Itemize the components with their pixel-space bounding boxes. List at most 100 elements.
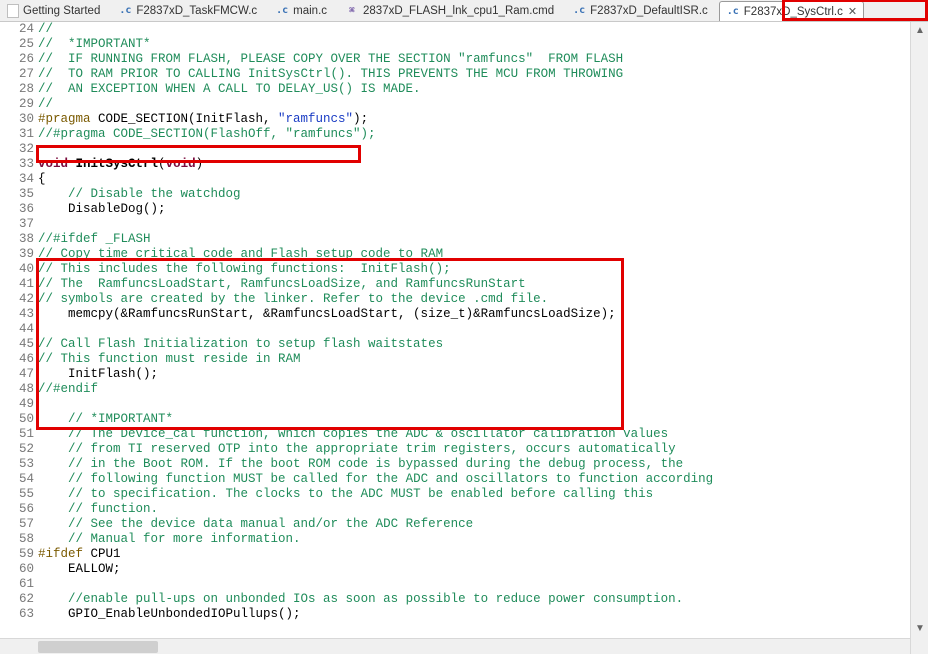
line-number: 27: [0, 67, 34, 82]
code-line[interactable]: //enable pull-ups on unbonded IOs as soo…: [38, 592, 910, 607]
scroll-down-arrow[interactable]: ▼: [913, 622, 927, 636]
tab-label: Getting Started: [23, 5, 100, 17]
line-number: 38: [0, 232, 34, 247]
code-line[interactable]: //: [38, 97, 910, 112]
line-number: 31: [0, 127, 34, 142]
code-line[interactable]: void InitSysCtrl(void): [38, 157, 910, 172]
code-line[interactable]: //#ifdef _FLASH: [38, 232, 910, 247]
line-number: 32: [0, 142, 34, 157]
code-line[interactable]: [38, 142, 910, 157]
close-icon[interactable]: ✕: [848, 5, 857, 18]
tab-label: main.c: [293, 5, 327, 17]
code-line[interactable]: //: [38, 22, 910, 37]
line-number: 35: [0, 187, 34, 202]
line-number: 57: [0, 517, 34, 532]
line-number: 24: [0, 22, 34, 37]
code-line[interactable]: InitFlash();: [38, 367, 910, 382]
code-line[interactable]: {: [38, 172, 910, 187]
code-line[interactable]: // following function MUST be called for…: [38, 472, 910, 487]
code-line[interactable]: //#endif: [38, 382, 910, 397]
line-number: 60: [0, 562, 34, 577]
line-number: 63: [0, 607, 34, 622]
tab-main-c[interactable]: .c main.c: [268, 0, 334, 20]
tab-f2837xd-defaultisr-c[interactable]: .c F2837xD_DefaultISR.c: [565, 0, 715, 20]
line-number: 49: [0, 397, 34, 412]
line-number: 58: [0, 532, 34, 547]
code-line[interactable]: // The Device_cal function, which copies…: [38, 427, 910, 442]
line-number: 39: [0, 247, 34, 262]
line-number: 54: [0, 472, 34, 487]
tab-2837xd-flash-lnk-cpu1-ram-cmd[interactable]: ⌘ 2837xD_FLASH_lnk_cpu1_Ram.cmd: [338, 0, 561, 20]
code-line[interactable]: //#pragma CODE_SECTION(FlashOff, "ramfun…: [38, 127, 910, 142]
line-number: 36: [0, 202, 34, 217]
code-line[interactable]: // symbols are created by the linker. Re…: [38, 292, 910, 307]
c-file-icon: .c: [118, 4, 132, 18]
code-line[interactable]: // The RamfuncsLoadStart, RamfuncsLoadSi…: [38, 277, 910, 292]
code-line[interactable]: // IF RUNNING FROM FLASH, PLEASE COPY OV…: [38, 52, 910, 67]
c-file-icon: .c: [572, 4, 586, 18]
code-line[interactable]: // TO RAM PRIOR TO CALLING InitSysCtrl()…: [38, 67, 910, 82]
code-line[interactable]: // function.: [38, 502, 910, 517]
code-line[interactable]: [38, 577, 910, 592]
line-number: 40: [0, 262, 34, 277]
line-number: 29: [0, 97, 34, 112]
c-file-icon: .c: [726, 5, 740, 19]
line-number-gutter: 2425262728293031323334353637383940414243…: [0, 22, 38, 654]
line-number: 33: [0, 157, 34, 172]
line-number: 62: [0, 592, 34, 607]
code-line[interactable]: // This function must reside in RAM: [38, 352, 910, 367]
tab-f2837xd-sysctrl-c[interactable]: .c F2837xD_SysCtrl.c ✕: [719, 1, 864, 21]
code-line[interactable]: #pragma CODE_SECTION(InitFlash, "ramfunc…: [38, 112, 910, 127]
tab-label: F2837xD_TaskFMCW.c: [136, 5, 257, 17]
line-number: 50: [0, 412, 34, 427]
tab-label: F2837xD_SysCtrl.c: [744, 6, 843, 18]
c-file-icon: .c: [275, 4, 289, 18]
line-number: 34: [0, 172, 34, 187]
code-line[interactable]: [38, 397, 910, 412]
cmd-file-icon: ⌘: [345, 4, 359, 18]
vertical-scrollbar[interactable]: ▲ ▼: [910, 22, 928, 654]
tab-label: F2837xD_DefaultISR.c: [590, 5, 708, 17]
code-line[interactable]: #ifdef CPU1: [38, 547, 910, 562]
line-number: 26: [0, 52, 34, 67]
code-line[interactable]: // *IMPORTANT*: [38, 37, 910, 52]
tab-label: 2837xD_FLASH_lnk_cpu1_Ram.cmd: [363, 5, 554, 17]
line-number: 56: [0, 502, 34, 517]
line-number: 47: [0, 367, 34, 382]
code-line[interactable]: memcpy(&RamfuncsRunStart, &RamfuncsLoadS…: [38, 307, 910, 322]
code-line[interactable]: // Copy time critical code and Flash set…: [38, 247, 910, 262]
line-number: 45: [0, 337, 34, 352]
line-number: 51: [0, 427, 34, 442]
line-number: 55: [0, 487, 34, 502]
code-line[interactable]: [38, 322, 910, 337]
code-line[interactable]: EALLOW;: [38, 562, 910, 577]
page-icon: [7, 4, 19, 18]
code-line[interactable]: // from TI reserved OTP into the appropr…: [38, 442, 910, 457]
horizontal-scrollbar[interactable]: [0, 638, 910, 654]
line-number: 53: [0, 457, 34, 472]
code-line[interactable]: // This includes the following functions…: [38, 262, 910, 277]
code-line[interactable]: [38, 217, 910, 232]
horizontal-scrollbar-thumb[interactable]: [38, 641, 158, 653]
code-line[interactable]: DisableDog();: [38, 202, 910, 217]
code-line[interactable]: // AN EXCEPTION WHEN A CALL TO DELAY_US(…: [38, 82, 910, 97]
scroll-up-arrow[interactable]: ▲: [913, 24, 927, 38]
code-line[interactable]: // to specification. The clocks to the A…: [38, 487, 910, 502]
tab-f2837xd-taskfmcw-c[interactable]: .c F2837xD_TaskFMCW.c: [111, 0, 264, 20]
code-line[interactable]: // *IMPORTANT*: [38, 412, 910, 427]
line-number: 25: [0, 37, 34, 52]
code-line[interactable]: // Disable the watchdog: [38, 187, 910, 202]
line-number: 52: [0, 442, 34, 457]
line-number: 28: [0, 82, 34, 97]
line-number: 41: [0, 277, 34, 292]
code-line[interactable]: // in the Boot ROM. If the boot ROM code…: [38, 457, 910, 472]
line-number: 59: [0, 547, 34, 562]
code-line[interactable]: // Call Flash Initialization to setup fl…: [38, 337, 910, 352]
code-line[interactable]: GPIO_EnableUnbondedIOPullups();: [38, 607, 910, 622]
code-line[interactable]: // Manual for more information.: [38, 532, 910, 547]
line-number: 43: [0, 307, 34, 322]
code-content[interactable]: //// *IMPORTANT*// IF RUNNING FROM FLASH…: [38, 22, 910, 654]
tab-getting-started[interactable]: Getting Started: [0, 0, 107, 20]
code-line[interactable]: // See the device data manual and/or the…: [38, 517, 910, 532]
line-number: 61: [0, 577, 34, 592]
